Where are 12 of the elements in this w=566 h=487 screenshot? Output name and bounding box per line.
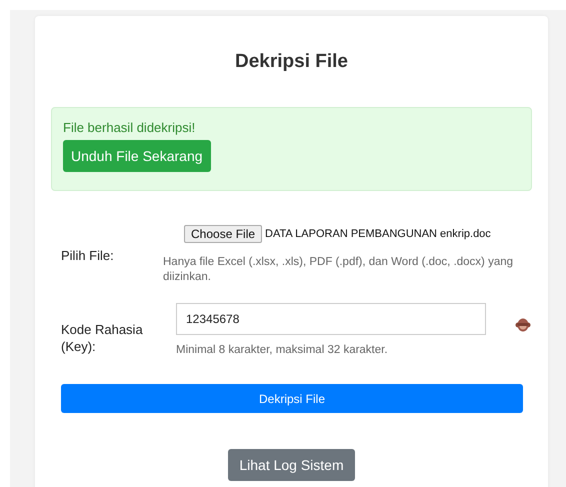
success-message: File berhasil didekripsi! [63, 120, 196, 136]
hint-text: Minimal 8 karakter, maksimal 32 karakter. [176, 343, 389, 358]
decrypt-button[interactable]: Dekripsi File [61, 384, 523, 413]
log-button[interactable]: Lihat Log Sistem [228, 449, 355, 481]
page-title: Dekripsi File [234, 50, 349, 74]
choose-file-button[interactable]: Choose File [184, 225, 262, 243]
hint-text: Hanya file Excel (.xlsx, .xls), PDF (.pdf), dan Word (.doc, .docx) yang diizinkan. [163, 255, 514, 285]
field-label: Kode Rahasia (Key): [61, 320, 144, 354]
file-name: DATA LAPORAN PEMBANGUNAN enkrip.doc [265, 228, 491, 240]
download-button[interactable]: Unduh File Sekarang [63, 140, 211, 172]
key-input[interactable]: 12345678 [176, 303, 486, 335]
monkey-icon[interactable] [515, 318, 531, 332]
